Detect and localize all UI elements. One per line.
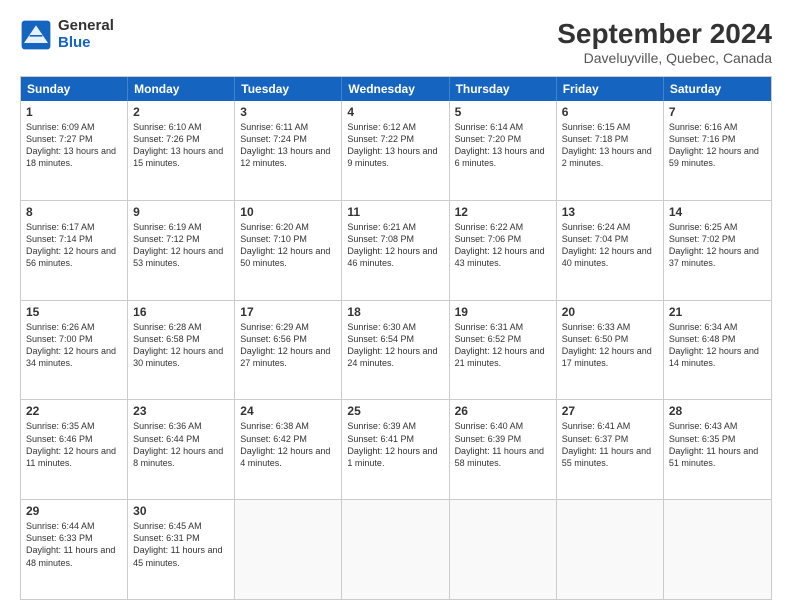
day-5: 5 Sunrise: 6:14 AMSunset: 7:20 PMDayligh… <box>450 101 557 200</box>
day-17: 17 Sunrise: 6:29 AMSunset: 6:56 PMDaylig… <box>235 301 342 400</box>
day-16: 16 Sunrise: 6:28 AMSunset: 6:58 PMDaylig… <box>128 301 235 400</box>
week-row-5: 29 Sunrise: 6:44 AMSunset: 6:33 PMDaylig… <box>21 499 771 599</box>
day-24: 24 Sunrise: 6:38 AMSunset: 6:42 PMDaylig… <box>235 400 342 499</box>
day-empty-1 <box>235 500 342 599</box>
logo-icon <box>20 19 52 51</box>
day-20: 20 Sunrise: 6:33 AMSunset: 6:50 PMDaylig… <box>557 301 664 400</box>
header-thursday: Thursday <box>450 77 557 101</box>
page-subtitle: Daveluyville, Quebec, Canada <box>557 50 772 66</box>
day-6: 6 Sunrise: 6:15 AMSunset: 7:18 PMDayligh… <box>557 101 664 200</box>
logo-line2: Blue <box>58 35 114 52</box>
day-22: 22 Sunrise: 6:35 AMSunset: 6:46 PMDaylig… <box>21 400 128 499</box>
page: General Blue September 2024 Daveluyville… <box>0 0 792 612</box>
day-empty-2 <box>342 500 449 599</box>
day-1: 1 Sunrise: 6:09 AMSunset: 7:27 PMDayligh… <box>21 101 128 200</box>
day-12: 12 Sunrise: 6:22 AMSunset: 7:06 PMDaylig… <box>450 201 557 300</box>
week-row-1: 1 Sunrise: 6:09 AMSunset: 7:27 PMDayligh… <box>21 101 771 200</box>
header-sunday: Sunday <box>21 77 128 101</box>
calendar-body: 1 Sunrise: 6:09 AMSunset: 7:27 PMDayligh… <box>21 101 771 599</box>
day-28: 28 Sunrise: 6:43 AMSunset: 6:35 PMDaylig… <box>664 400 771 499</box>
week-row-2: 8 Sunrise: 6:17 AMSunset: 7:14 PMDayligh… <box>21 200 771 300</box>
day-7: 7 Sunrise: 6:16 AMSunset: 7:16 PMDayligh… <box>664 101 771 200</box>
day-empty-5 <box>664 500 771 599</box>
day-14: 14 Sunrise: 6:25 AMSunset: 7:02 PMDaylig… <box>664 201 771 300</box>
day-19: 19 Sunrise: 6:31 AMSunset: 6:52 PMDaylig… <box>450 301 557 400</box>
day-27: 27 Sunrise: 6:41 AMSunset: 6:37 PMDaylig… <box>557 400 664 499</box>
header-saturday: Saturday <box>664 77 771 101</box>
logo: General Blue <box>20 18 114 51</box>
title-block: September 2024 Daveluyville, Quebec, Can… <box>557 18 772 66</box>
day-30: 30 Sunrise: 6:45 AMSunset: 6:31 PMDaylig… <box>128 500 235 599</box>
day-23: 23 Sunrise: 6:36 AMSunset: 6:44 PMDaylig… <box>128 400 235 499</box>
day-empty-3 <box>450 500 557 599</box>
logo-line1: General <box>58 18 114 35</box>
day-25: 25 Sunrise: 6:39 AMSunset: 6:41 PMDaylig… <box>342 400 449 499</box>
day-21: 21 Sunrise: 6:34 AMSunset: 6:48 PMDaylig… <box>664 301 771 400</box>
day-26: 26 Sunrise: 6:40 AMSunset: 6:39 PMDaylig… <box>450 400 557 499</box>
day-13: 13 Sunrise: 6:24 AMSunset: 7:04 PMDaylig… <box>557 201 664 300</box>
header-wednesday: Wednesday <box>342 77 449 101</box>
header-monday: Monday <box>128 77 235 101</box>
header-friday: Friday <box>557 77 664 101</box>
week-row-4: 22 Sunrise: 6:35 AMSunset: 6:46 PMDaylig… <box>21 399 771 499</box>
day-empty-4 <box>557 500 664 599</box>
logo-text: General Blue <box>58 18 114 51</box>
header: General Blue September 2024 Daveluyville… <box>20 18 772 66</box>
day-10: 10 Sunrise: 6:20 AMSunset: 7:10 PMDaylig… <box>235 201 342 300</box>
day-2: 2 Sunrise: 6:10 AMSunset: 7:26 PMDayligh… <box>128 101 235 200</box>
day-3: 3 Sunrise: 6:11 AMSunset: 7:24 PMDayligh… <box>235 101 342 200</box>
day-11: 11 Sunrise: 6:21 AMSunset: 7:08 PMDaylig… <box>342 201 449 300</box>
day-9: 9 Sunrise: 6:19 AMSunset: 7:12 PMDayligh… <box>128 201 235 300</box>
day-4: 4 Sunrise: 6:12 AMSunset: 7:22 PMDayligh… <box>342 101 449 200</box>
header-tuesday: Tuesday <box>235 77 342 101</box>
calendar-header: Sunday Monday Tuesday Wednesday Thursday… <box>21 77 771 101</box>
week-row-3: 15 Sunrise: 6:26 AMSunset: 7:00 PMDaylig… <box>21 300 771 400</box>
day-15: 15 Sunrise: 6:26 AMSunset: 7:00 PMDaylig… <box>21 301 128 400</box>
page-title: September 2024 <box>557 18 772 50</box>
day-8: 8 Sunrise: 6:17 AMSunset: 7:14 PMDayligh… <box>21 201 128 300</box>
day-18: 18 Sunrise: 6:30 AMSunset: 6:54 PMDaylig… <box>342 301 449 400</box>
calendar: Sunday Monday Tuesday Wednesday Thursday… <box>20 76 772 600</box>
day-29: 29 Sunrise: 6:44 AMSunset: 6:33 PMDaylig… <box>21 500 128 599</box>
